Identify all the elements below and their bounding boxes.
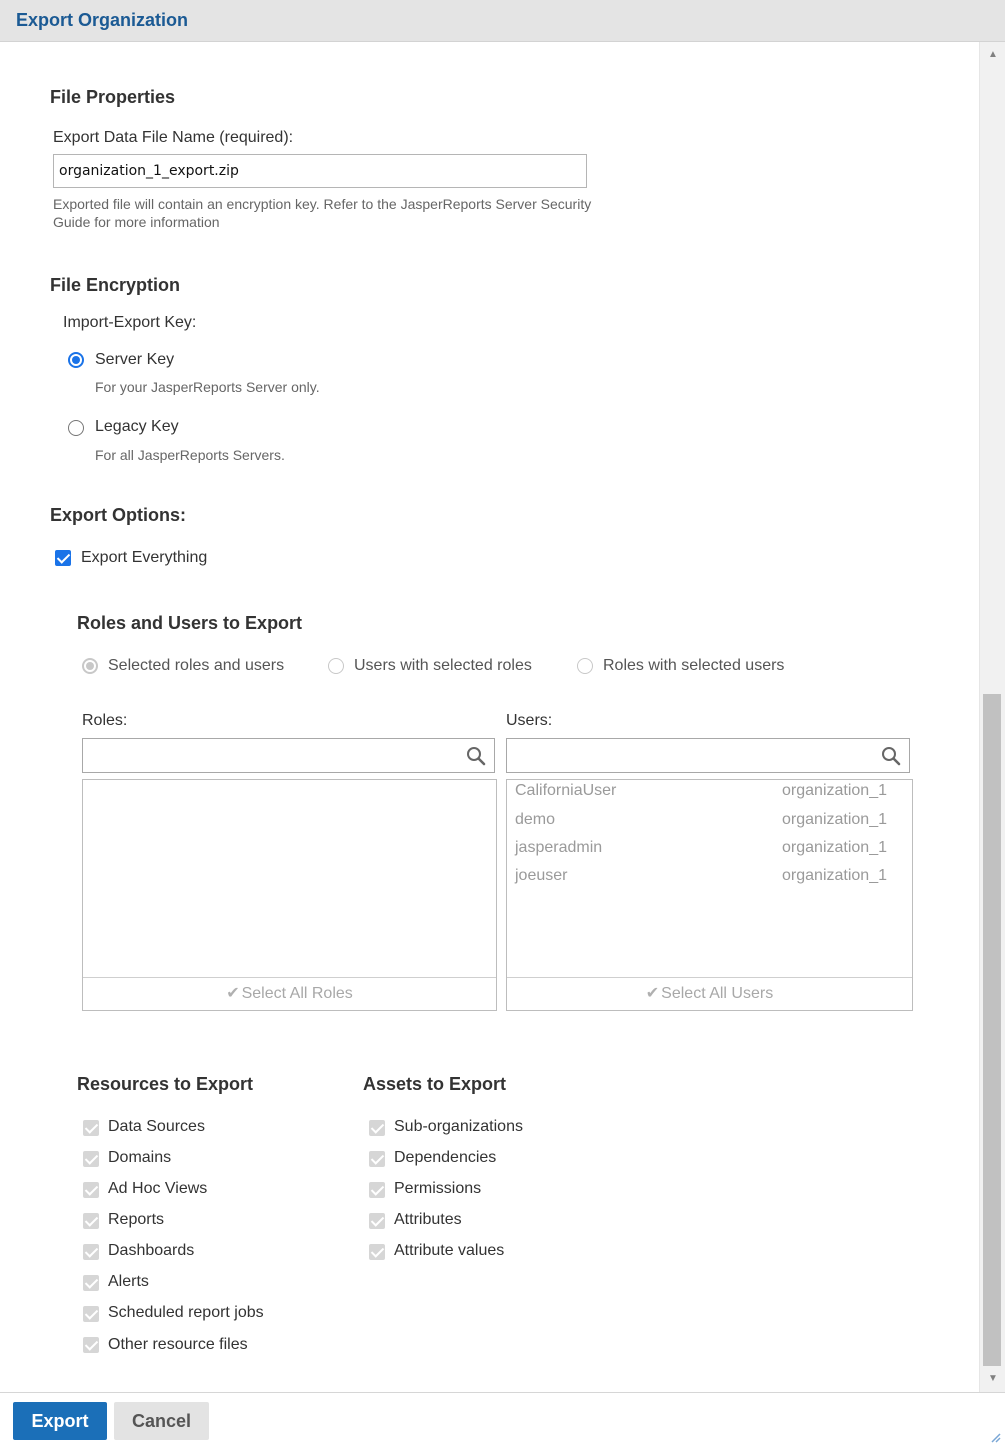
roles-label: Roles: xyxy=(82,712,128,729)
resource-reports-label[interactable]: Reports xyxy=(108,1211,164,1229)
export-options-heading: Export Options: xyxy=(50,505,186,525)
cancel-button[interactable]: Cancel xyxy=(114,1402,209,1440)
resize-grip-icon[interactable] xyxy=(989,1431,1001,1443)
mode-users-with-roles-label[interactable]: Users with selected roles xyxy=(354,657,532,675)
dialog-title: Export Organization xyxy=(16,10,189,30)
asset-dependencies-label[interactable]: Dependencies xyxy=(394,1149,496,1167)
resource-other-files-label[interactable]: Other resource files xyxy=(108,1336,248,1354)
export-button[interactable]: Export xyxy=(13,1402,107,1440)
scroll-down-arrow-icon[interactable]: ▼ xyxy=(980,1368,1005,1390)
user-org: organization_1 xyxy=(782,811,887,828)
resource-dashboards-label[interactable]: Dashboards xyxy=(108,1242,194,1260)
export-everything-checkbox[interactable] xyxy=(55,550,71,566)
asset-sub-organizations-checkbox[interactable] xyxy=(369,1120,385,1136)
vertical-scrollbar[interactable]: ▲ ▼ xyxy=(979,42,1005,1392)
resource-reports-checkbox[interactable] xyxy=(83,1213,99,1229)
users-label: Users: xyxy=(506,712,553,729)
export-everything-label[interactable]: Export Everything xyxy=(81,549,207,567)
user-name: demo xyxy=(515,811,556,828)
resource-data-sources-label[interactable]: Data Sources xyxy=(108,1118,205,1136)
check-icon: ✔ xyxy=(226,985,240,1002)
filename-label: Export Data File Name (required): xyxy=(53,129,294,146)
legacy-key-radio[interactable] xyxy=(68,420,84,436)
resource-domains-label[interactable]: Domains xyxy=(108,1149,171,1167)
file-encryption-heading: File Encryption xyxy=(50,275,181,295)
users-search-input[interactable] xyxy=(506,738,910,773)
resource-adhoc-views-label[interactable]: Ad Hoc Views xyxy=(108,1180,207,1198)
asset-sub-organizations-label[interactable]: Sub-organizations xyxy=(394,1118,523,1136)
roles-list[interactable]: ✔ Select All Roles xyxy=(82,779,497,1011)
legacy-key-label[interactable]: Legacy Key xyxy=(95,418,179,436)
search-icon[interactable] xyxy=(881,746,901,766)
roles-users-heading: Roles and Users to Export xyxy=(77,613,303,633)
import-export-key-label: Import-Export Key: xyxy=(63,314,197,331)
server-key-radio[interactable] xyxy=(68,352,84,368)
dialog-button-bar: Export Cancel xyxy=(0,1392,1005,1447)
select-all-users-button[interactable]: ✔ Select All Users xyxy=(507,977,912,1010)
resource-alerts-checkbox[interactable] xyxy=(83,1275,99,1291)
asset-permissions-checkbox[interactable] xyxy=(369,1182,385,1198)
resource-scheduled-jobs-label[interactable]: Scheduled report jobs xyxy=(108,1304,264,1322)
asset-attribute-values-label[interactable]: Attribute values xyxy=(394,1242,504,1260)
resource-dashboards-checkbox[interactable] xyxy=(83,1244,99,1260)
user-org: organization_1 xyxy=(782,839,887,856)
server-key-desc: For your JasperReports Server only. xyxy=(95,379,320,395)
resource-other-files-checkbox[interactable] xyxy=(83,1337,99,1353)
mode-roles-with-users-radio[interactable] xyxy=(577,658,593,674)
filename-hint: Exported file will contain an encryption… xyxy=(53,196,592,230)
user-name: joeuser xyxy=(515,867,568,884)
mode-selected-roles-users-radio[interactable] xyxy=(82,658,98,674)
user-name: CaliforniaUser xyxy=(515,782,617,799)
roles-search-input[interactable] xyxy=(82,738,495,773)
filename-input[interactable]: organization_1_export.zip xyxy=(53,154,587,188)
resource-domains-checkbox[interactable] xyxy=(83,1151,99,1167)
select-all-users-label: Select All Users xyxy=(661,985,774,1002)
select-all-roles-button[interactable]: ✔ Select All Roles xyxy=(83,977,496,1010)
dialog-content: File Properties Export Data File Name (r… xyxy=(0,42,978,1392)
resources-heading: Resources to Export xyxy=(77,1074,254,1094)
user-name: jasperadmin xyxy=(515,839,603,856)
user-org: organization_1 xyxy=(782,782,887,799)
search-icon[interactable] xyxy=(466,746,486,766)
resource-scheduled-jobs-checkbox[interactable] xyxy=(83,1306,99,1322)
resource-data-sources-checkbox[interactable] xyxy=(83,1120,99,1136)
user-row[interactable]: demo organization_1 xyxy=(515,811,887,835)
select-all-roles-label: Select All Roles xyxy=(241,985,353,1002)
resource-alerts-label[interactable]: Alerts xyxy=(108,1273,149,1291)
scroll-up-arrow-icon[interactable]: ▲ xyxy=(980,44,1005,66)
asset-attributes-label[interactable]: Attributes xyxy=(394,1211,462,1229)
users-list[interactable]: CaliforniaUser organization_1 demo organ… xyxy=(506,779,913,1011)
asset-attributes-checkbox[interactable] xyxy=(369,1213,385,1229)
server-key-label[interactable]: Server Key xyxy=(95,351,174,369)
user-org: organization_1 xyxy=(782,867,887,884)
asset-permissions-label[interactable]: Permissions xyxy=(394,1180,481,1198)
resource-adhoc-views-checkbox[interactable] xyxy=(83,1182,99,1198)
check-icon: ✔ xyxy=(645,985,660,1002)
dialog-titlebar: Export Organization xyxy=(0,0,1005,42)
user-row[interactable]: CaliforniaUser organization_1 xyxy=(515,782,887,806)
user-row[interactable]: jasperadmin organization_1 xyxy=(515,839,887,863)
mode-selected-roles-users-label[interactable]: Selected roles and users xyxy=(108,657,284,675)
mode-users-with-roles-radio[interactable] xyxy=(328,658,344,674)
asset-attribute-values-checkbox[interactable] xyxy=(369,1244,385,1260)
assets-heading: Assets to Export xyxy=(363,1074,507,1094)
asset-dependencies-checkbox[interactable] xyxy=(369,1151,385,1167)
user-row[interactable]: joeuser organization_1 xyxy=(515,867,887,891)
scrollbar-thumb[interactable] xyxy=(983,694,1001,1366)
file-properties-heading: File Properties xyxy=(50,87,176,107)
legacy-key-desc: For all JasperReports Servers. xyxy=(95,447,285,463)
mode-roles-with-users-label[interactable]: Roles with selected users xyxy=(603,657,784,675)
